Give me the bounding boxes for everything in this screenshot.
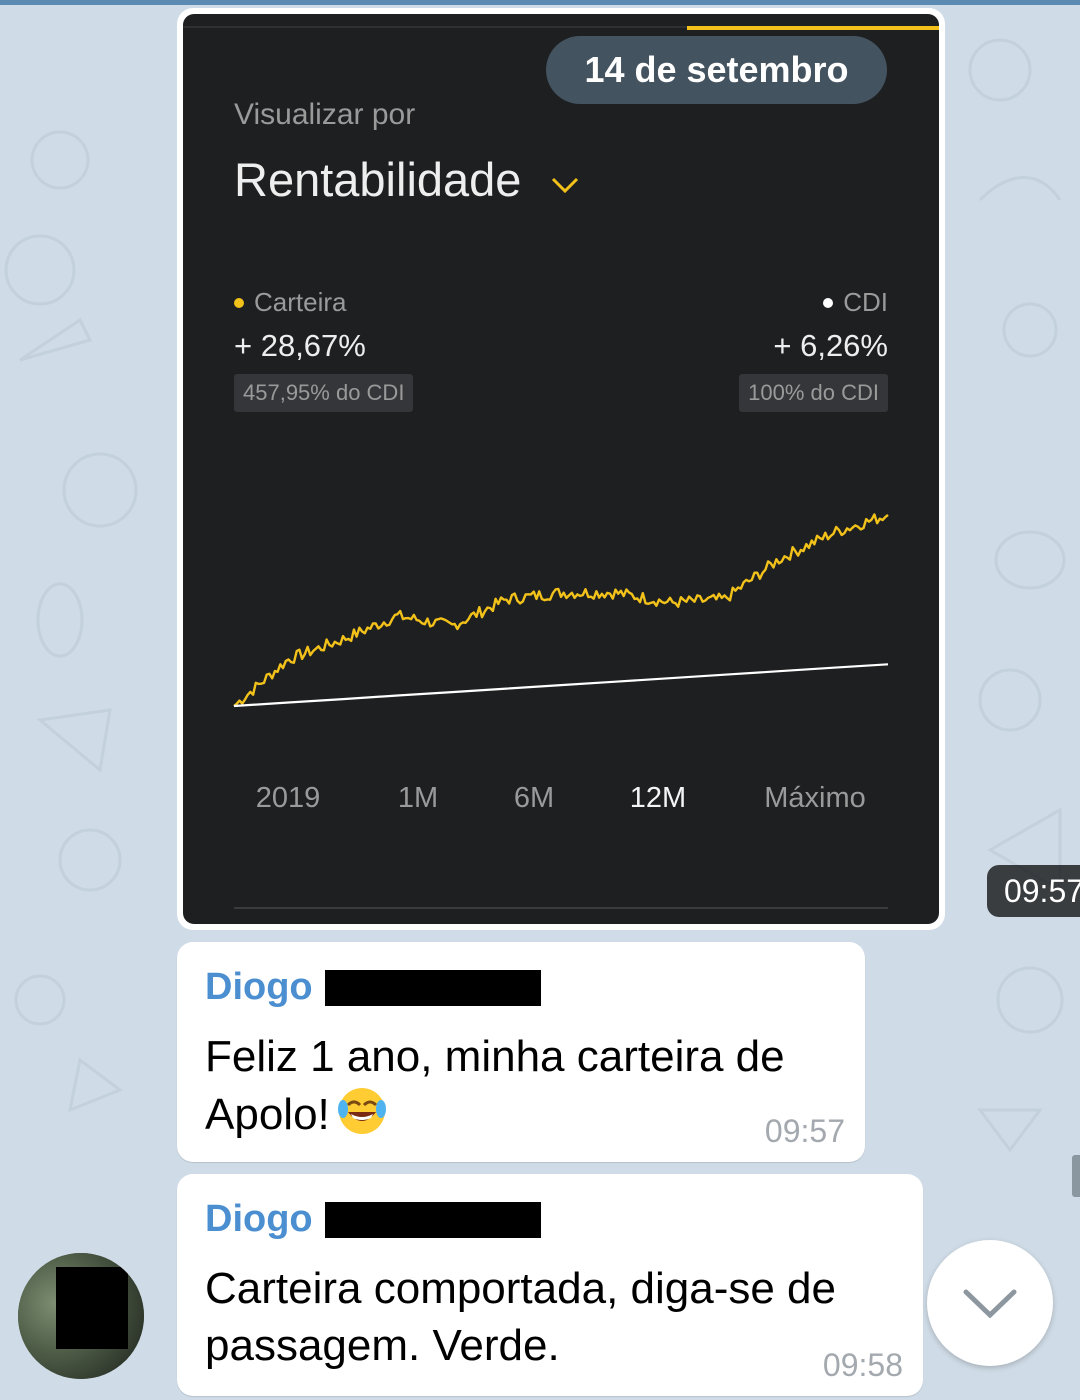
sender: Diogo [205,966,541,1009]
message-bubble[interactable]: Diogo Carteira comportada, diga-se de pa… [177,1174,923,1396]
period-mximo[interactable]: Máximo [764,782,866,815]
benchmark-return: + 6,26% [773,328,888,363]
avatar[interactable] [18,1253,144,1379]
message-timestamp: 09:58 [822,1347,903,1383]
image-timestamp: 09:57 [987,865,1080,917]
benchmark-name: CDI [843,287,888,317]
message-line: Feliz 1 ano, minha carteira de [205,1032,785,1081]
legend-portfolio: Carteira + 28,67% 457,95% do CDI [234,287,414,412]
message-line: Carteira comportada, diga-se de [205,1264,836,1313]
investment-screenshot[interactable]: Visualizar por Rentabilidade Carteira + … [183,14,939,924]
progress-fill [687,26,939,30]
message-line-with-emoji: Apolo! [205,1085,785,1143]
chevron-down-icon [552,177,579,193]
sender-name[interactable]: Diogo [205,966,313,1009]
view-by-select[interactable]: Rentabilidade [234,152,579,207]
redacted-surname [324,1201,541,1238]
portfolio-cdi-badge: 457,95% do CDI [234,374,414,412]
view-by-value: Rentabilidade [234,153,522,206]
view-by-label: Visualizar por [234,98,416,131]
message-text: Feliz 1 ano, minha carteira de Apolo! [205,1028,785,1143]
date-pill: 14 de setembro [546,36,887,104]
message-bubble[interactable]: Diogo Feliz 1 ano, minha carteira de Apo… [177,942,865,1162]
period-2019[interactable]: 2019 [256,782,321,815]
period-selector: 2019 1M 6M 12M Máximo [183,782,939,822]
period-12m[interactable]: 12M [630,782,686,815]
scrollbar-thumb[interactable] [1072,1155,1080,1197]
legend-benchmark: CDI + 6,26% 100% do CDI [739,287,888,412]
message-timestamp: 09:57 [764,1113,845,1149]
series-line-carteira [233,513,889,707]
image-message-bubble[interactable]: Visualizar por Rentabilidade Carteira + … [177,8,1080,930]
bottom-divider [234,907,888,909]
series-line-cdi [233,663,889,708]
sender-name[interactable]: Diogo [205,1198,313,1241]
message-text: Carteira comportada, diga-se de passagem… [205,1260,836,1374]
portfolio-return: + 28,67% [234,328,366,363]
chevron-down-icon [963,1289,1017,1318]
redacted-surname [324,969,541,1006]
benchmark-dot-icon [823,297,834,308]
message-line: passagem. Verde. [205,1321,560,1370]
sender: Diogo [205,1198,541,1241]
face-with-tears-of-joy-icon [337,1088,386,1134]
benchmark-cdi-badge: 100% do CDI [739,374,888,412]
avatar-redaction [56,1267,128,1349]
performance-chart [233,513,889,708]
period-6m[interactable]: 6M [514,782,554,815]
message-line: Apolo! [205,1090,330,1139]
portfolio-name: Carteira [254,287,347,317]
scroll-down-button[interactable] [927,1240,1053,1366]
portfolio-dot-icon [234,297,244,308]
period-1m[interactable]: 1M [398,782,438,815]
